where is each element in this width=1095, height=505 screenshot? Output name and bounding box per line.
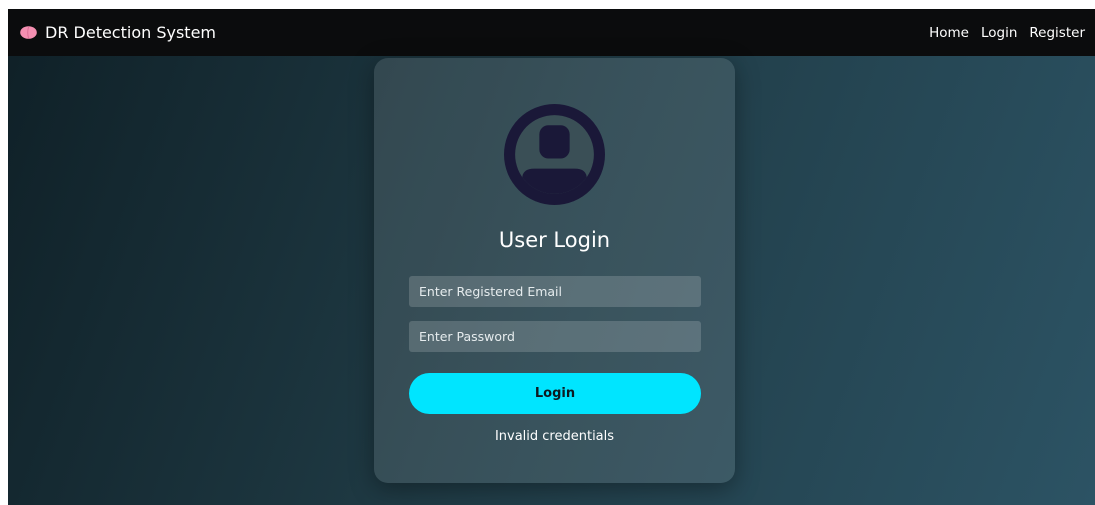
nav-link-home[interactable]: Home <box>929 25 969 41</box>
login-button[interactable]: Login <box>409 373 701 414</box>
app-window: DR Detection System Home Login Register … <box>8 9 1095 505</box>
brand[interactable]: DR Detection System <box>20 23 216 42</box>
email-input[interactable] <box>409 276 701 307</box>
brand-title: DR Detection System <box>45 23 216 42</box>
nav-link-login[interactable]: Login <box>981 25 1017 41</box>
nav-links: Home Login Register <box>929 25 1085 41</box>
error-message: Invalid credentials <box>494 429 615 444</box>
brain-icon <box>20 26 37 39</box>
login-title: User Login <box>498 228 611 252</box>
password-input[interactable] <box>409 321 701 352</box>
nav-link-register[interactable]: Register <box>1029 25 1085 41</box>
login-card: User Login Login Invalid credentials <box>374 58 735 483</box>
user-avatar-icon <box>504 104 605 205</box>
navbar: DR Detection System Home Login Register <box>8 9 1095 56</box>
